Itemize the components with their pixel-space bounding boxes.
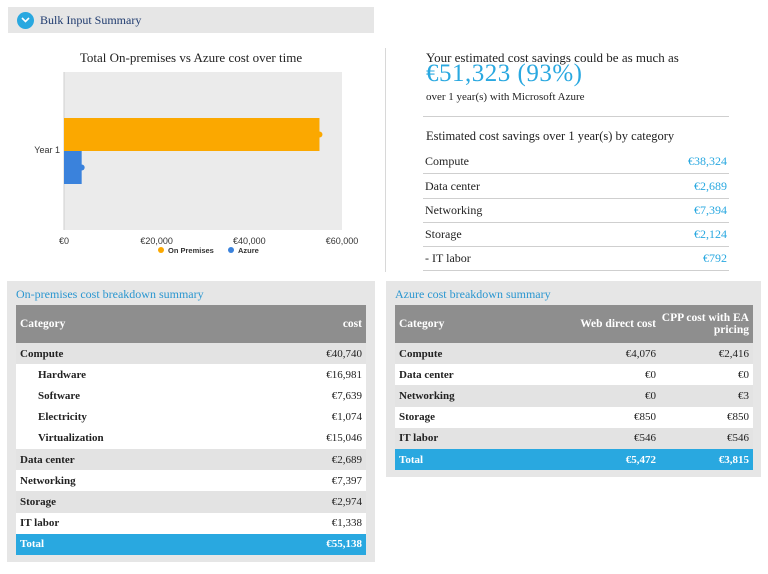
onprem-breakdown-title: On-premises cost breakdown summary	[16, 287, 204, 301]
table-row: Software €7,639	[16, 385, 366, 407]
table-row: Hardware €16,981	[16, 364, 366, 386]
row-web-cost: €4,076	[545, 343, 660, 365]
row-label: Total	[16, 533, 257, 555]
row-cpp-cost: €850	[660, 406, 753, 428]
row-web-cost: €0	[545, 364, 660, 386]
table-row: IT labor €1,338	[16, 512, 366, 534]
row-label: Compute	[395, 343, 545, 365]
savings-row-value: €7,394	[694, 203, 727, 217]
chart-category-label: Year 1	[34, 145, 60, 155]
column-header: Category	[395, 305, 545, 343]
savings-subtext: over 1 year(s) with Microsoft Azure	[426, 91, 585, 103]
table-row: Data center €2,689	[16, 448, 366, 471]
bar-end-marker	[78, 164, 85, 171]
bar-on-premises	[64, 118, 320, 151]
row-value: €1,074	[256, 406, 366, 428]
column-header: cost	[256, 305, 366, 343]
row-label: Hardware	[16, 364, 257, 386]
savings-amount: €51,323 (93%)	[426, 60, 583, 87]
x-tick-label: €60,000	[326, 236, 359, 246]
row-label: Storage	[16, 491, 257, 513]
savings-row-label: Storage	[425, 227, 462, 241]
savings-row-networking: Networking €7,394	[423, 199, 729, 223]
row-label: Networking	[395, 385, 545, 407]
table-row: Storage €850 €850	[395, 406, 753, 428]
row-label: Data center	[395, 364, 545, 386]
savings-row-it-labor[interactable]: - IT labor €792	[423, 247, 729, 271]
row-value: €16,981	[256, 364, 366, 386]
row-label: Networking	[16, 470, 257, 492]
savings-row-value: €38,324	[688, 154, 727, 168]
table-row: IT labor €546 €546	[395, 427, 753, 449]
row-label: Electricity	[16, 406, 257, 428]
legend-azure-marker	[228, 247, 234, 253]
row-value: €1,338	[256, 512, 366, 534]
savings-row-value: €2,689	[694, 179, 727, 193]
row-cpp-cost: €2,416	[660, 343, 753, 365]
row-value: €40,740	[256, 343, 366, 365]
azure-breakdown-title: Azure cost breakdown summary	[395, 287, 551, 301]
savings-row-storage: Storage €2,124	[423, 223, 729, 247]
row-label: IT labor	[395, 427, 545, 449]
savings-row-data-center: Data center €2,689	[423, 175, 729, 199]
x-tick-label: €40,000	[233, 236, 266, 246]
row-web-cost: €850	[545, 406, 660, 428]
savings-row-label: Compute	[425, 154, 469, 168]
row-label: Software	[16, 385, 257, 407]
savings-row-label: Networking	[425, 203, 483, 217]
azure-breakdown-table: Category Web direct cost CPP cost with E…	[395, 305, 753, 471]
savings-category-title: Estimated cost savings over 1 year(s) by…	[426, 129, 675, 143]
row-cpp-cost: €3,815	[660, 448, 753, 471]
table-row: Electricity €1,074	[16, 406, 366, 428]
row-web-cost: €0	[545, 385, 660, 407]
onprem-breakdown-table: Category cost Compute €40,740 Hardware €…	[16, 305, 366, 555]
row-label: Storage	[395, 406, 545, 428]
row-label: Compute	[16, 343, 257, 365]
legend-on-premises-label: On Premises	[168, 246, 214, 255]
x-tick-label: €20,000	[140, 236, 173, 246]
table-row: Compute €40,740	[16, 343, 366, 365]
onprem-breakdown-panel: On-premises cost breakdown summary Categ…	[7, 281, 375, 562]
x-tick-label: €0	[59, 236, 69, 246]
column-header: Category	[16, 305, 257, 343]
table-row: Data center €0 €0	[395, 364, 753, 386]
row-web-cost: €5,472	[545, 448, 660, 471]
row-value: €7,639	[256, 385, 366, 407]
row-label: IT labor	[16, 512, 257, 534]
total-row: Total €55,138	[16, 533, 366, 555]
row-cpp-cost: €3	[660, 385, 753, 407]
legend-on-premises-marker	[158, 247, 164, 253]
savings-row-label: - IT labor	[425, 251, 471, 265]
savings-separator	[423, 116, 729, 117]
bar-end-marker	[316, 131, 323, 138]
row-cpp-cost: €546	[660, 427, 753, 449]
row-label: Total	[395, 448, 545, 471]
cost-over-time-chart: €0 €20,000 €40,000 €60,000 Year 1 On Premis…	[34, 72, 359, 255]
column-header: CPP cost with EA pricing	[660, 305, 753, 343]
row-value: €7,397	[256, 470, 366, 492]
row-web-cost: €546	[545, 427, 660, 449]
azure-breakdown-panel: Azure cost breakdown summary Category We…	[386, 281, 761, 477]
savings-row-label: Data center	[425, 179, 480, 193]
total-row: Total €5,472 €3,815	[395, 448, 753, 471]
row-value: €2,689	[256, 448, 366, 471]
savings-row-compute: Compute €38,324	[423, 150, 729, 174]
savings-row-value: €792	[703, 251, 727, 265]
table-row: Virtualization €15,046	[16, 427, 366, 449]
row-value: €15,046	[256, 427, 366, 449]
table-row: Networking €0 €3	[395, 385, 753, 407]
row-label: Data center	[16, 448, 257, 471]
row-cpp-cost: €0	[660, 364, 753, 386]
row-value: €55,138	[256, 533, 366, 555]
table-row: Networking €7,397	[16, 470, 366, 492]
section-divider	[385, 48, 386, 272]
savings-row-value: €2,124	[694, 227, 727, 241]
column-header: Web direct cost	[545, 305, 660, 343]
table-row: Storage €2,974	[16, 491, 366, 513]
row-value: €2,974	[256, 491, 366, 513]
table-row: Compute €4,076 €2,416	[395, 343, 753, 365]
legend-azure-label: Azure	[238, 246, 259, 255]
row-label: Virtualization	[16, 427, 257, 449]
